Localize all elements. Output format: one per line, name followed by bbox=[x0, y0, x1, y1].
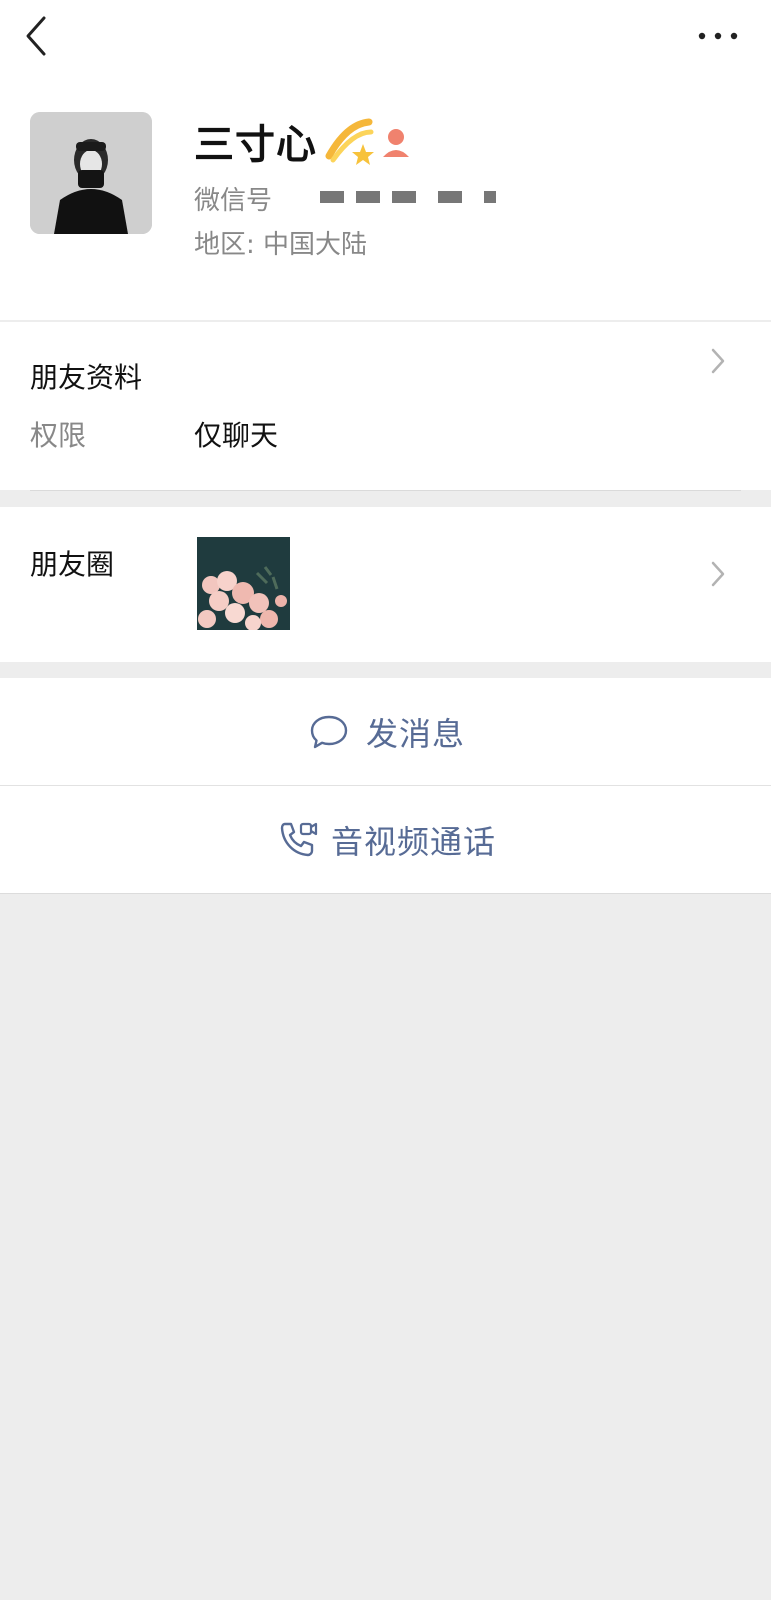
gender-female-icon bbox=[383, 129, 409, 157]
redacted-wechat-id bbox=[438, 191, 462, 203]
av-call-button[interactable]: 音视频通话 bbox=[0, 786, 771, 893]
send-message-button[interactable]: 发消息 bbox=[0, 678, 771, 785]
top-bar bbox=[0, 0, 771, 80]
redacted-wechat-id bbox=[484, 191, 496, 203]
permission-label: 权限 bbox=[30, 419, 87, 452]
region-text: 地区: 中国大陆 bbox=[194, 230, 368, 260]
chevron-left-icon bbox=[26, 16, 46, 56]
redacted-wechat-id bbox=[356, 191, 380, 203]
permission-value: 仅聊天 bbox=[194, 419, 279, 452]
more-button[interactable] bbox=[690, 18, 746, 54]
avatar-image bbox=[30, 112, 152, 234]
phone-video-icon bbox=[280, 822, 318, 856]
profile-header: 三寸心 微信号 地区: 中国大陆 bbox=[0, 80, 771, 320]
moments-thumbnail[interactable] bbox=[197, 537, 290, 630]
shooting-star-emoji-icon bbox=[325, 118, 374, 165]
chevron-right-icon bbox=[711, 348, 725, 374]
chat-bubble-icon bbox=[310, 715, 348, 748]
more-horizontal-icon bbox=[698, 32, 738, 40]
av-call-label: 音视频通话 bbox=[331, 822, 497, 861]
redacted-wechat-id bbox=[320, 191, 344, 203]
nickname: 三寸心 bbox=[194, 122, 317, 168]
moments-section[interactable]: 朋友圈 bbox=[0, 507, 771, 662]
chevron-right-icon bbox=[711, 561, 725, 587]
redacted-wechat-id bbox=[392, 191, 416, 203]
badges bbox=[323, 116, 413, 168]
moments-label: 朋友圈 bbox=[30, 548, 115, 581]
friend-info-section[interactable]: 朋友资料 权限 仅聊天 bbox=[0, 322, 771, 490]
send-message-label: 发消息 bbox=[366, 714, 466, 753]
wechat-id-label: 微信号 bbox=[194, 186, 273, 216]
flowers-photo bbox=[197, 537, 290, 630]
avatar[interactable] bbox=[30, 112, 152, 234]
divider bbox=[0, 893, 771, 894]
back-button[interactable] bbox=[18, 14, 58, 58]
friend-info-title: 朋友资料 bbox=[30, 361, 143, 394]
divider bbox=[30, 490, 741, 491]
